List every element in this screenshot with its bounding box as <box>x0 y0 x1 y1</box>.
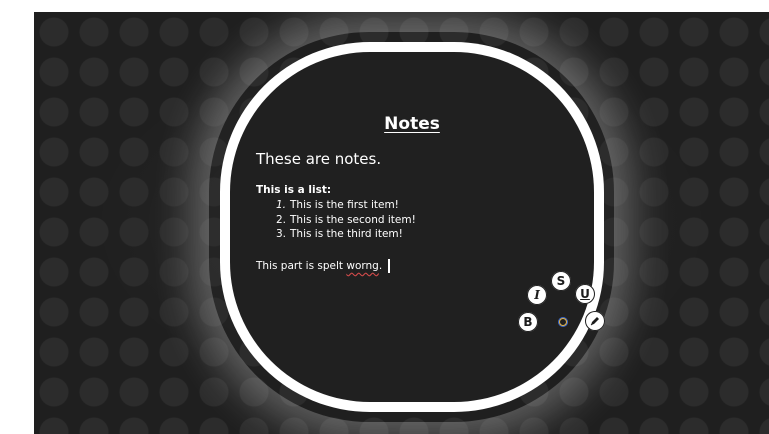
underline-button[interactable]: U <box>575 284 595 304</box>
list-item: 3. This is the third item! <box>274 227 416 242</box>
list-item: 1. This is the first item! <box>274 198 416 213</box>
list-item: 2. This is the second item! <box>274 213 416 228</box>
underline-icon: U <box>580 287 590 301</box>
note-panel[interactable]: Notes These are notes. This is a list: 1… <box>230 52 605 402</box>
strikethrough-icon: S <box>556 274 566 288</box>
strikethrough-button[interactable]: S <box>551 271 571 291</box>
text-cursor <box>388 259 390 273</box>
color-ring-icon <box>559 318 567 326</box>
italic-icon: I <box>534 288 540 302</box>
editable-text-line[interactable]: This part is spelt worng . <box>256 259 390 273</box>
list-item-text: This is the second item! <box>290 213 416 226</box>
misspelled-word[interactable]: worng <box>346 260 378 272</box>
spell-line-suffix: . <box>378 260 383 272</box>
bold-button[interactable]: B <box>518 312 538 332</box>
italic-button[interactable]: I <box>527 285 547 305</box>
app-screen: Notes These are notes. This is a list: 1… <box>34 12 769 434</box>
bold-icon: B <box>523 315 533 329</box>
pen-button[interactable] <box>585 311 605 331</box>
note-title: Notes <box>384 114 440 134</box>
list-item-text: This is the first item! <box>290 199 399 211</box>
format-wheel: B I S U <box>480 261 605 341</box>
list-item-text: This is the third item! <box>290 228 403 240</box>
note-heading: These are notes. <box>256 150 382 168</box>
pen-icon <box>590 317 599 326</box>
list-title: This is a list: <box>256 184 332 196</box>
list-item-number: 1. <box>275 199 286 211</box>
list-item-number: 2. <box>275 213 286 226</box>
numbered-list: 1. This is the first item! 2. This is th… <box>274 198 416 242</box>
list-item-number: 3. <box>275 228 286 240</box>
spell-line-prefix: This part is spelt <box>256 260 347 272</box>
